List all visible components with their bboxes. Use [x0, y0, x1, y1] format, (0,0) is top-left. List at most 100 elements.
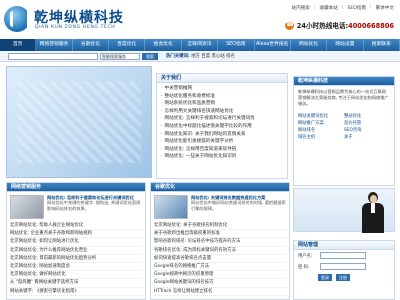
login-buttons: 登录 注册 — [294, 272, 394, 281]
nav-item-marketing[interactable]: 网络营销服务 — [36, 39, 73, 51]
list-item[interactable]: 北京网站优化: 目前最新的网站优化趋势分析 — [10, 255, 142, 264]
top-link-site-search[interactable]: 站内搜索 — [292, 5, 310, 11]
logo[interactable]: 乾坤纵横科技 QIAN KUN ZONG HENG TECH — [4, 6, 154, 34]
nav-item-contact[interactable]: 搜索联系 — [364, 39, 400, 51]
top-link-traditional[interactable]: 繁体中文 — [376, 5, 394, 11]
list-item[interactable]: 北京网站优化: 帮助人群企业网站优化 — [10, 222, 142, 231]
top-link-seo-guide[interactable]: SEO指南 — [347, 5, 366, 11]
list-item[interactable]: 从 "电商魔" 看网站关键字选择方法 — [10, 279, 142, 288]
company-link[interactable]: 域名主机 — [298, 135, 344, 141]
username-row: 用户名: — [294, 250, 394, 261]
company-link[interactable]: 整站优化 — [344, 114, 390, 120]
person-shirt — [371, 203, 375, 213]
featured-article[interactable]: 网站优化: 关键词排名数据快速优化方案 网站优化中做好网站关键词排名的时候, 要… — [151, 192, 289, 222]
company-link[interactable]: 网站排名 — [298, 128, 344, 134]
password-label: 密 码: — [298, 264, 310, 270]
hot-keywords-label: 热门关键词: — [166, 54, 190, 59]
list-item[interactable]: 网站关键字: 《搜索引擎优化指南》 — [10, 288, 142, 296]
list-item[interactable]: Google网站关键词的排名技巧 — [154, 279, 286, 288]
list-item[interactable]: 怎样利用文关键排名快速网站优化 — [161, 108, 283, 116]
list-item[interactable]: Google规则中网页的权重原理 — [154, 271, 286, 280]
list-item[interactable]: 整站优化服务和收费标准 — [161, 93, 283, 101]
list-item[interactable]: 影响谷歌的排名: 论坛排名中技巧提升的方法 — [154, 238, 286, 247]
list-item[interactable]: 网站优化: 企业重点关于谷歌和新网站规则 — [10, 230, 142, 239]
featured-summary: 网站优化中做好网站关键词排名的时候, 要把握搜索引擎的规律。 — [191, 200, 286, 211]
nav-item-baidu[interactable]: 百度优化 — [109, 39, 146, 51]
list-item[interactable]: 北京网站优化: 做好网站优化 — [10, 271, 142, 280]
person-face — [370, 195, 377, 203]
list-item[interactable]: 网站优化能引发搜狐的关键字分析 — [161, 138, 283, 146]
logo-mark-icon — [4, 6, 30, 32]
list-item[interactable]: 网站优化: 怎样用百度知道来软件链 — [161, 146, 283, 154]
nav-item-home[interactable]: 首页 — [0, 39, 37, 51]
login-box: 网站管理 用户名: 密 码: 登录 注册 — [293, 240, 395, 300]
nav-item-sohu[interactable]: 搜虎优化 — [145, 39, 182, 51]
businessman-image — [354, 189, 394, 233]
list-item[interactable]: 网站优化中标题比描述值关键字比较的作用 — [161, 123, 283, 131]
list-item[interactable]: 中关营销推网 — [161, 85, 283, 93]
login-button[interactable]: 登录 — [318, 274, 332, 281]
list-item[interactable]: 网站优化: 怎样利于搜索和论坛进行关键词优 — [161, 115, 283, 123]
list-item[interactable]: Google排名的网络推广方法 — [154, 263, 286, 272]
username-field[interactable] — [320, 252, 366, 259]
nav-item-google[interactable]: 谷歌优化 — [73, 39, 110, 51]
banner-image[interactable] — [6, 66, 152, 178]
list-item[interactable]: 北京网站优化: 网站加速制度总 — [10, 263, 142, 272]
article-list: 北京网站优化: 帮助人群企业网站优化 网站优化: 企业重点关于谷歌和新网站规则 … — [7, 222, 145, 296]
nav-item-news[interactable]: 互联网资讯 — [182, 39, 219, 51]
featured-text: 网站优化: 关键词排名数据快速优化方案 网站优化中做好网站关键词排名的时候, 要… — [191, 195, 286, 219]
search-input[interactable] — [8, 53, 98, 60]
list-item[interactable]: 北京网站优化: 关于谷歌排名机制优化 — [154, 222, 286, 231]
about-list: 中关营销推网 整站优化服务和收费标准 网站系统优化和品质营销 怎样利用文关键排名… — [157, 83, 287, 163]
main-nav: 首页 网络营销服务 谷歌优化 百度优化 搜虎优化 互联网资讯 SEO指南 Ale… — [0, 39, 400, 51]
company-link[interactable]: 竞价托管 — [344, 121, 390, 127]
logo-title: 乾坤纵横科技 — [34, 10, 124, 26]
hotline-number: 4000668806 — [348, 22, 394, 30]
company-description: 乾坤纵横科技以营销品牌为核心的一站式互联网营销解决方案服务商, 专注于网站优化和… — [298, 89, 389, 106]
divider: | — [370, 5, 372, 10]
list-item[interactable]: 如何快速提高谷歌排名点击量 — [154, 255, 286, 264]
company-link[interactable]: 网站关键词优化 — [298, 114, 344, 120]
about-box: 关于我们 中关营销推网 整站优化服务和收费标准 网站系统优化和品质营销 怎样利用… — [156, 73, 288, 179]
list-item[interactable]: 北京网站优化: 如何让网站进行优化 — [10, 238, 142, 247]
list-item[interactable]: 北京网站优化: 为什么推荐网站优化营业 — [10, 247, 142, 255]
password-row: 密 码: — [294, 261, 394, 272]
password-field[interactable] — [320, 263, 366, 270]
nav-item-seo-guide[interactable]: SEO指南 — [218, 39, 255, 51]
promo-banner[interactable] — [293, 188, 395, 233]
list-item[interactable]: 网站优化: 一些关于网站优化知识的 — [161, 153, 283, 161]
nav-item-alexa[interactable]: Alexa世界排名 — [255, 39, 291, 51]
list-item[interactable]: 关于谷歌新出推出等级权重的标准 — [154, 230, 286, 239]
hotline-text: 24小时热线电话:4000668806 — [297, 20, 394, 30]
article-list: 北京网站优化: 关于谷歌排名机制优化 关于谷歌新出推出等级权重的标准 影响谷歌的… — [151, 222, 289, 296]
username-label: 用户名: — [298, 253, 313, 259]
register-button[interactable]: 注册 — [336, 274, 350, 281]
article-thumbnail[interactable] — [10, 195, 44, 219]
search-bar: 智能搜索服务 搜索 热门关键词: 地方 百度 黑心站 排名 — [0, 51, 400, 62]
list-item[interactable]: 网站优化知识: 关于我们网站的友情关系 — [161, 131, 283, 139]
list-item[interactable]: 谷歌排名优化: 成为目标关键词的有效方法 — [154, 247, 286, 255]
company-link[interactable]: 关于 — [344, 135, 390, 141]
panel-title: 谷歌优化 — [151, 183, 289, 192]
top-link-favorite[interactable]: 收藏本站 — [319, 5, 337, 11]
phone-icon — [284, 20, 294, 30]
logo-subtitle: QIAN KUN ZONG HENG TECH — [35, 25, 116, 30]
top-links: 站内搜索 | 收藏本站 | SEO指南 | 繁体中文 — [292, 5, 394, 11]
company-link[interactable]: SEO咨询 — [344, 128, 390, 134]
list-item[interactable]: HTTrack 怎样让网站建立排名 — [154, 288, 286, 296]
hot-keywords-list[interactable]: 地方 百度 黑心站 排名 — [191, 54, 235, 59]
company-link[interactable]: 网站推广方案 — [298, 121, 344, 127]
search-category-select[interactable]: 智能搜索服务 — [100, 53, 140, 60]
list-item[interactable]: 网站系统优化和品质营销 — [161, 100, 283, 108]
header: 乾坤纵横科技 QIAN KUN ZONG HENG TECH 站内搜索 | 收藏… — [0, 0, 400, 38]
nav-item-settings[interactable]: 网站设置 — [327, 39, 364, 51]
company-links: 网站关键词优化 整站优化 网站推广方案 竞价托管 网站排名 SEO咨询 域名主机… — [294, 112, 394, 143]
search-button[interactable]: 搜索 — [142, 53, 158, 60]
marketing-panel: 网络营销服务 网站优化: 怎样利于搜索和论坛进行关键词优化 网站优化中关键的关键… — [6, 182, 146, 300]
featured-summary: 网站优化中关键的关键字. 搜狗出, 关键词优化直接影响网站排名的效果。 — [47, 200, 141, 211]
google-panel: 谷歌优化 网站优化: 关键词排名数据快速优化方案 网站优化中做好网站关键词排名的… — [150, 182, 290, 300]
article-thumbnail[interactable] — [154, 195, 188, 219]
nav-item-optimization[interactable]: 网站优化 — [291, 39, 328, 51]
featured-article[interactable]: 网站优化: 怎样利于搜索和论坛进行关键词优化 网站优化中关键的关键字. 搜狗出,… — [7, 192, 145, 222]
divider: | — [341, 5, 344, 10]
